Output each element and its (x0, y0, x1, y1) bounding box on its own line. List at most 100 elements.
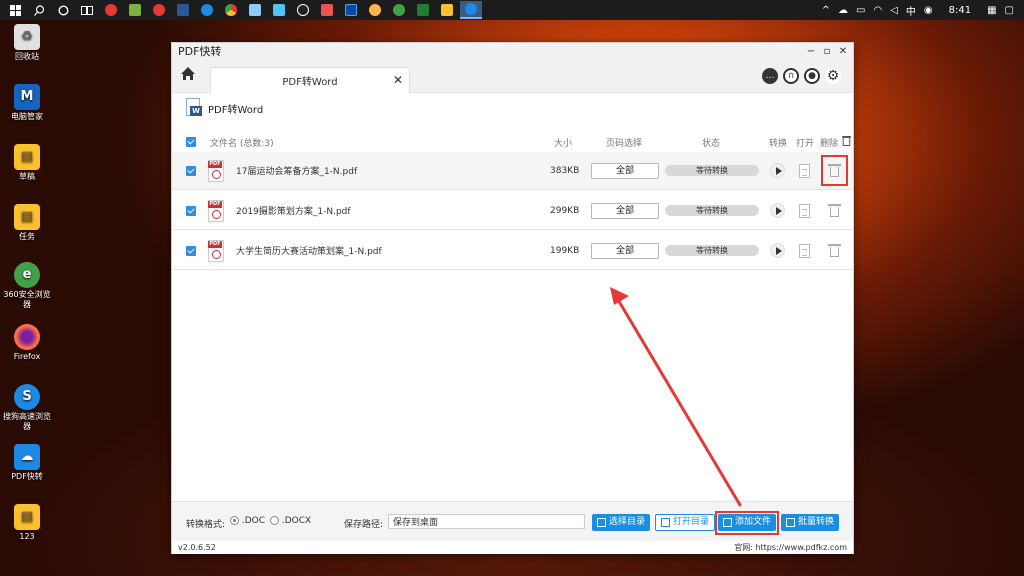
taskbar-app-folder-icon[interactable] (436, 1, 458, 19)
open-dir-button[interactable]: 打开目录 (655, 514, 716, 531)
header-filename: 文件名 (总数:3) (210, 139, 274, 149)
desktop-icon-recycle-bin[interactable]: ♻ 回收站 (0, 24, 54, 62)
tab-pdf-to-word[interactable]: PDF转Word ✕ (210, 67, 410, 93)
chevron-up-icon[interactable]: ^ (822, 5, 830, 16)
desktop-icon-drafts[interactable]: ▤ 草稿 (0, 144, 54, 182)
choose-dir-button[interactable]: 选择目录 (592, 514, 651, 531)
status-badge: 等待转换 (665, 165, 759, 176)
headset-icon[interactable]: ∩ (783, 68, 799, 84)
header-page-select: 页码选择 (606, 139, 643, 149)
tab-bar: PDF转Word ✕ … ∩ ● ⚙ (172, 59, 853, 93)
gear-icon[interactable]: ⚙ (825, 68, 841, 84)
notification-icon[interactable]: ▢ (1005, 5, 1014, 16)
delete-all-icon[interactable] (842, 135, 851, 149)
sogou-browser-icon: S (14, 384, 40, 410)
page-select-button[interactable]: 全部 (591, 202, 659, 219)
status-bar: v2.0.6.52 官网: https://www.pdfkz.com (172, 541, 853, 554)
taskbar-app-word-icon[interactable] (172, 1, 194, 19)
open-file-icon[interactable] (799, 163, 810, 178)
taskbar-app-chrome-icon[interactable] (220, 1, 242, 19)
taskbar-app-excel-icon[interactable] (412, 1, 434, 19)
folder-open-icon (661, 518, 670, 527)
minimize-button[interactable]: − (803, 46, 819, 57)
page-select-button[interactable]: 全部 (591, 242, 659, 259)
desktop-icon-label: PDF快转 (11, 472, 43, 481)
desktop-icon-123[interactable]: ▤ 123 (0, 504, 54, 542)
section-title-text: PDF转Word (208, 104, 264, 116)
chat-icon[interactable]: … (762, 68, 778, 84)
window-titlebar[interactable]: PDF快转 − ▫ ✕ (172, 43, 853, 59)
taskbar-app-photos-icon[interactable] (316, 1, 338, 19)
taskbar-app-pdfkz-icon[interactable] (460, 1, 482, 19)
file-name: 大学生简历大赛活动策划案_1-N.pdf (236, 247, 382, 257)
header-convert: 转换 (769, 139, 788, 149)
desktop-icon-label: Firefox (13, 352, 41, 361)
header-status: 状态 (702, 139, 721, 149)
format-doc-radio[interactable]: .DOC (230, 516, 265, 526)
taskbar-app-weibo-icon[interactable] (148, 1, 170, 19)
radio-on-icon (230, 516, 239, 525)
home-icon[interactable] (180, 66, 198, 84)
ime-indicator[interactable]: 中 (906, 3, 916, 18)
delete-trash-icon[interactable] (828, 244, 841, 257)
open-file-icon[interactable] (799, 243, 810, 258)
taskbar-app-wechat-icon[interactable] (388, 1, 410, 19)
maximize-button[interactable]: ▫ (819, 46, 835, 57)
search-icon[interactable] (28, 1, 50, 19)
row-checkbox[interactable] (186, 206, 196, 216)
close-button[interactable]: ✕ (835, 46, 851, 57)
taskbar-app-photoshop-icon[interactable] (340, 1, 362, 19)
clock[interactable]: 8:41 (949, 5, 971, 16)
battery-icon[interactable]: ▭ (856, 5, 865, 16)
open-file-icon[interactable] (799, 203, 810, 218)
wifi-icon[interactable]: ◠ (873, 5, 882, 16)
calendar-icon[interactable]: ▦ (987, 5, 996, 16)
website-link[interactable]: 官网: https://www.pdfkz.com (734, 542, 847, 553)
save-path-input[interactable] (388, 514, 585, 529)
table-row[interactable]: PDF 2019摄影策划方案_1-N.pdf 299KB 全部 等待转换 (172, 192, 853, 230)
desktop-icon-pc-manager[interactable]: M 电脑管家 (0, 84, 54, 122)
row-checkbox[interactable] (186, 166, 196, 176)
file-name: 17届运动会筹备方案_1-N.pdf (236, 167, 358, 177)
format-doc-label: .DOC (241, 516, 266, 526)
taskbar-app-red-icon[interactable] (100, 1, 122, 19)
convert-play-icon[interactable] (770, 203, 785, 218)
taskbar-app-bird-icon[interactable] (268, 1, 290, 19)
task-view-icon[interactable] (76, 1, 98, 19)
cortana-icon[interactable] (52, 1, 74, 19)
taskbar-app-edge-icon[interactable] (196, 1, 218, 19)
volume-icon[interactable]: ◁ (890, 5, 898, 16)
convert-play-icon[interactable] (770, 163, 785, 178)
taskbar: ^ ☁ ▭ ◠ ◁ 中 ◉ 8:41 ▦ ▢ (0, 0, 1024, 20)
taskbar-app-screenshot-icon[interactable] (244, 1, 266, 19)
table-row[interactable]: PDF 大学生简历大赛活动策划案_1-N.pdf 199KB 全部 等待转换 (172, 232, 853, 270)
desktop-icon-sogou-browser[interactable]: S 搜狗高速浏览器 (0, 384, 54, 432)
desktop-icon-pdfkz[interactable]: ☁ PDF快转 (0, 444, 54, 482)
file-name: 2019摄影策划方案_1-N.pdf (236, 207, 351, 217)
format-label: 转换格式: (186, 520, 226, 530)
desktop-icon-tasks[interactable]: ▤ 任务 (0, 204, 54, 242)
delete-trash-icon[interactable] (828, 204, 841, 217)
format-docx-radio[interactable]: .DOCX (270, 516, 311, 526)
row-checkbox[interactable] (186, 246, 196, 256)
page-select-button[interactable]: 全部 (591, 162, 659, 179)
convert-play-icon[interactable] (770, 243, 785, 258)
header-open: 打开 (796, 139, 815, 149)
desktop-icon-360-browser[interactable]: e 360安全浏览器 (0, 262, 54, 310)
cloud-icon[interactable]: ☁ (838, 5, 848, 16)
select-all-checkbox[interactable] (186, 137, 196, 147)
batch-convert-button[interactable]: 批量转换 (781, 514, 840, 531)
taskbar-app-emoji-icon[interactable] (364, 1, 386, 19)
taskbar-app-qq-icon[interactable] (292, 1, 314, 19)
desktop-icon-label: 回收站 (15, 52, 39, 61)
taskbar-app-iqiyi-icon[interactable] (124, 1, 146, 19)
browser-360-icon: e (14, 262, 40, 288)
windows-start-icon[interactable] (4, 1, 26, 19)
antivirus-icon[interactable]: ◉ (924, 5, 933, 16)
tab-close-icon[interactable]: ✕ (393, 73, 403, 87)
folder-icon: ▤ (14, 504, 40, 530)
user-icon[interactable]: ● (804, 68, 820, 84)
desktop-icon-label: 任务 (19, 232, 35, 241)
desktop-icon-firefox[interactable]: Firefox (0, 324, 54, 362)
table-row[interactable]: PDF 17届运动会筹备方案_1-N.pdf 383KB 全部 等待转换 (172, 152, 853, 190)
